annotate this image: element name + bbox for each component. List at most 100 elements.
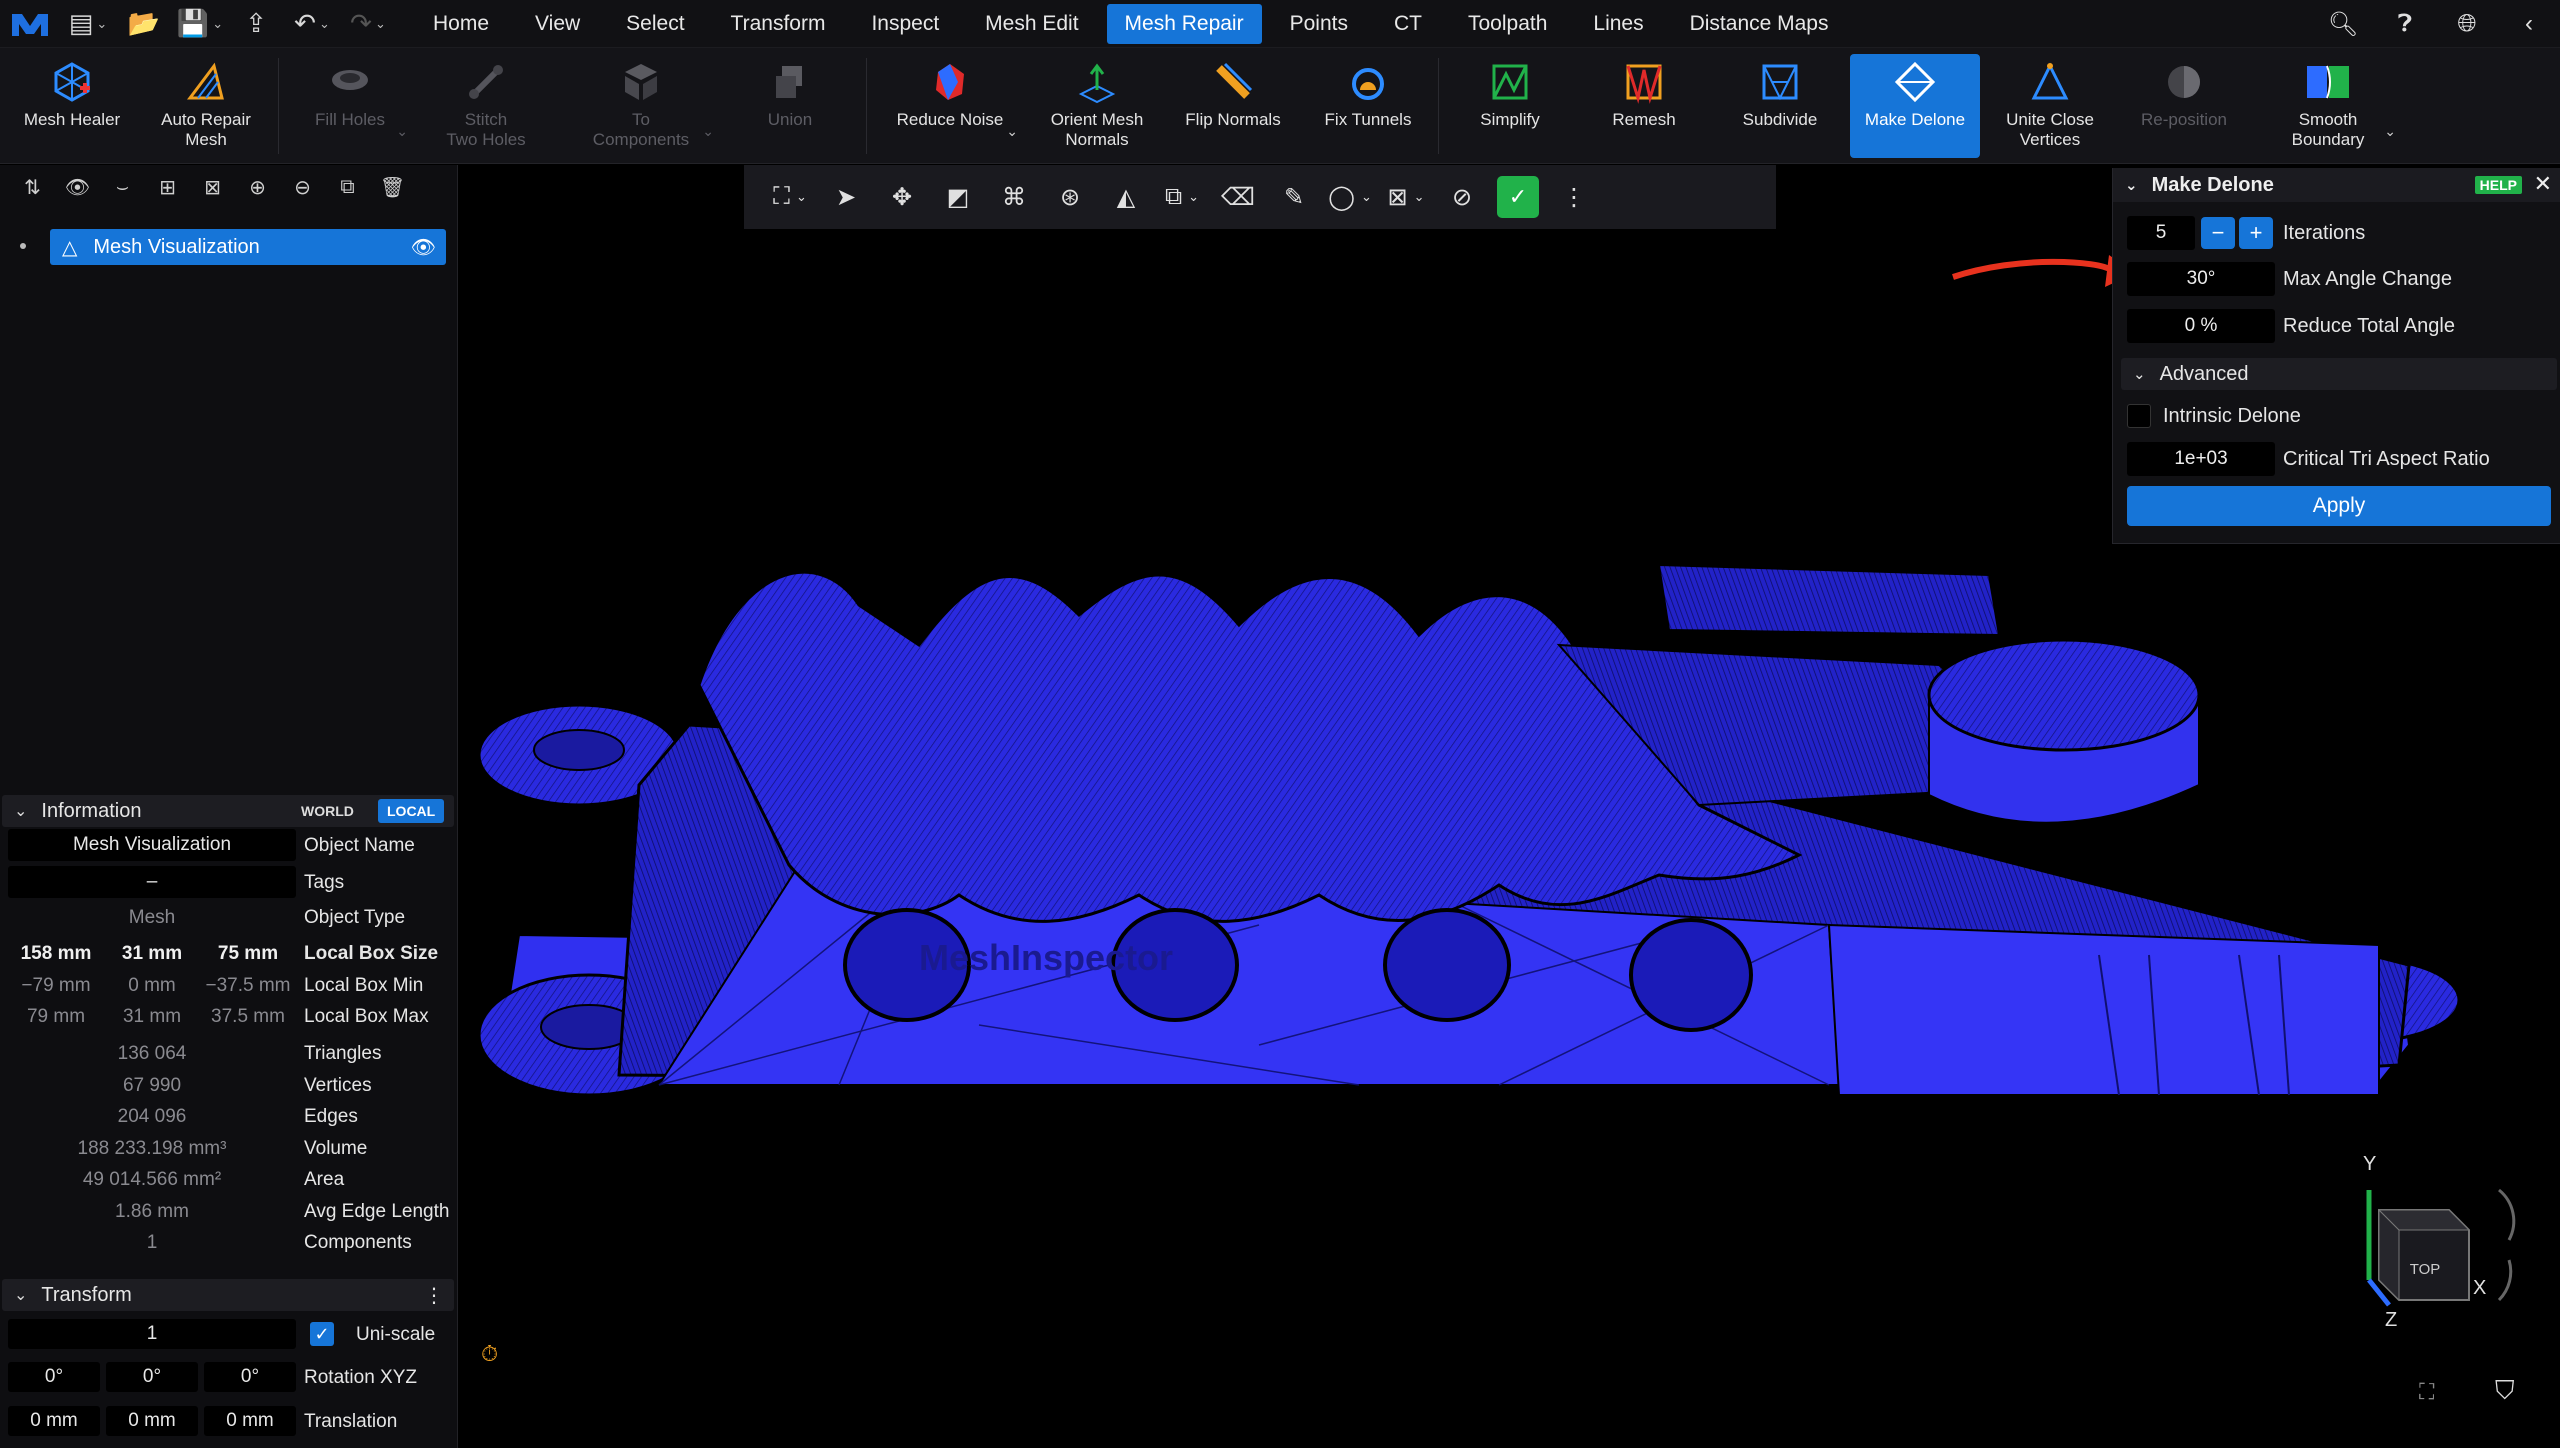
- show-all-button[interactable]: 👁︎: [55, 165, 100, 209]
- orient-normals-button[interactable]: Orient Mesh Normals: [1034, 54, 1160, 158]
- fit-corner-icon[interactable]: ⛶: [2419, 1379, 2434, 1405]
- stitch-two-holes-button[interactable]: Stitch Two Holes: [424, 54, 548, 158]
- subdivide-button[interactable]: Subdivide: [1718, 54, 1842, 158]
- remesh-icon: [1622, 54, 1666, 110]
- scene-item-mesh-visualization[interactable]: △ Mesh Visualization 👁︎: [50, 229, 446, 265]
- measure-button[interactable]: ◭: [1098, 165, 1154, 229]
- lasso-button[interactable]: ◯ ⌄: [1322, 165, 1378, 229]
- axis-y-label: Y: [2363, 1153, 2377, 1175]
- max-angle-input[interactable]: 30°: [2127, 262, 2275, 296]
- help-badge[interactable]: HELP: [2474, 176, 2522, 194]
- mesh-select-icon: ⌘: [1002, 183, 1026, 211]
- export-button[interactable]: ⇪: [228, 0, 284, 48]
- fit-view-button[interactable]: ⛶ ⌄: [762, 165, 818, 229]
- navigation-cube[interactable]: TOP: [2339, 1150, 2539, 1350]
- tab-toolpath[interactable]: Toolpath: [1450, 4, 1565, 44]
- make-delone-header[interactable]: ⌄ Make Delone HELP ✕: [2113, 168, 2560, 202]
- confirm-button[interactable]: ✓: [1490, 165, 1546, 229]
- deselect-button[interactable]: ⊠: [190, 165, 235, 209]
- language-button[interactable]: 🌐︎: [2436, 0, 2498, 48]
- information-header[interactable]: ⌄ Information WORLD LOCAL: [2, 795, 454, 827]
- hide-all-button[interactable]: ⌣: [100, 165, 145, 209]
- reduce-noise-button[interactable]: Reduce Noise ⌄: [880, 54, 1020, 158]
- tab-distance-maps[interactable]: Distance Maps: [1672, 4, 1847, 44]
- sort-button[interactable]: ⇅: [10, 165, 55, 209]
- mesh-select-button[interactable]: ⌘: [986, 165, 1042, 229]
- flip-normals-button[interactable]: Flip Normals: [1172, 54, 1294, 158]
- apply-button[interactable]: Apply: [2127, 486, 2551, 526]
- arrow-up-circle-icon: ⊕: [249, 176, 266, 199]
- tab-points[interactable]: Points: [1272, 4, 1366, 44]
- box-select-button[interactable]: ⊠ ⌄: [1378, 165, 1434, 229]
- search-button[interactable]: 🔍︎: [2312, 0, 2374, 48]
- local-toggle[interactable]: LOCAL: [378, 799, 445, 823]
- tab-home[interactable]: Home: [415, 4, 507, 44]
- app-logo[interactable]: [0, 0, 60, 48]
- redo-button[interactable]: ↷ ⌄: [340, 0, 396, 48]
- reduce-angle-label: Reduce Total Angle: [2283, 314, 2455, 337]
- stitch-icon: [464, 54, 508, 110]
- more-tools-button[interactable]: ⋮: [1546, 165, 1602, 229]
- iterations-increment-button[interactable]: +: [2239, 217, 2273, 249]
- check-icon: ✓: [1497, 176, 1539, 218]
- mesh-healer-button[interactable]: Mesh Healer: [8, 54, 136, 158]
- world-toggle[interactable]: WORLD: [292, 799, 363, 823]
- clone-button[interactable]: ⧉ ⌄: [1154, 165, 1210, 229]
- smooth-boundary-button[interactable]: Smooth Boundary ⌄: [2258, 54, 2398, 158]
- select-tool-button[interactable]: ➤: [818, 165, 874, 229]
- chevron-left-icon: ‹: [2525, 10, 2533, 37]
- tab-ct[interactable]: CT: [1376, 4, 1440, 44]
- advanced-section-header[interactable]: ⌄ Advanced: [2121, 358, 2557, 390]
- unite-close-vertices-button[interactable]: Unite Close Vertices: [1990, 54, 2110, 158]
- eraser-icon: ⌫: [1221, 183, 1255, 211]
- open-button[interactable]: 📂: [116, 0, 172, 48]
- help-button[interactable]: ❓︎: [2374, 0, 2436, 48]
- delete-button[interactable]: 🗑︎: [370, 165, 415, 209]
- intrinsic-delone-checkbox[interactable]: [2127, 404, 2151, 428]
- chevron-down-icon: ⌄: [795, 189, 807, 204]
- remesh-button[interactable]: Remesh: [1584, 54, 1704, 158]
- menubar: ▤ ⌄ 📂 💾 ⌄ ⇪ ↶ ⌄ ↷ ⌄ Home View Select Transfo…: [0, 0, 2560, 48]
- select-all-button[interactable]: ⊞: [145, 165, 190, 209]
- to-components-button[interactable]: To Components ⌄: [566, 54, 716, 158]
- tab-select[interactable]: Select: [608, 4, 702, 44]
- tab-view[interactable]: View: [517, 4, 598, 44]
- simplify-button[interactable]: Simplify: [1450, 54, 1570, 158]
- timer-icon[interactable]: ⏱: [481, 1341, 498, 1367]
- visibility-eye-icon[interactable]: 👁︎: [411, 235, 436, 260]
- aspect-ratio-input[interactable]: 1e+03: [2127, 442, 2275, 476]
- clear-selection-button[interactable]: ⊘: [1434, 165, 1490, 229]
- brush-button[interactable]: ✎: [1266, 165, 1322, 229]
- reposition-button[interactable]: Re-position: [2124, 54, 2244, 158]
- chevron-down-icon: ⌄: [396, 123, 408, 139]
- tab-mesh-edit[interactable]: Mesh Edit: [967, 4, 1096, 44]
- fill-holes-button[interactable]: Fill Holes ⌄: [290, 54, 410, 158]
- save-button[interactable]: 💾 ⌄: [172, 0, 228, 48]
- select-region-button[interactable]: ◩: [930, 165, 986, 229]
- fix-tunnels-button[interactable]: Fix Tunnels: [1308, 54, 1428, 158]
- copy-button[interactable]: ⧉: [325, 165, 370, 209]
- eraser-button[interactable]: ⌫: [1210, 165, 1266, 229]
- union-button[interactable]: Union: [730, 54, 850, 158]
- tab-inspect[interactable]: Inspect: [853, 4, 957, 44]
- move-down-button[interactable]: ⊖: [280, 165, 325, 209]
- transform-header[interactable]: ⌄ Transform ⋮: [2, 1279, 454, 1311]
- collapse-button[interactable]: ‹: [2498, 0, 2560, 48]
- shield-icon[interactable]: ⛉: [2495, 1375, 2515, 1407]
- tab-mesh-repair[interactable]: Mesh Repair: [1106, 3, 1262, 44]
- more-options-icon[interactable]: ⋮: [424, 1283, 444, 1308]
- auto-repair-button[interactable]: Auto Repair Mesh: [146, 54, 266, 158]
- iterations-decrement-button[interactable]: −: [2201, 217, 2235, 249]
- close-icon[interactable]: ✕: [2534, 171, 2552, 197]
- tab-lines[interactable]: Lines: [1575, 4, 1661, 44]
- reduce-angle-input[interactable]: 0 %: [2127, 309, 2275, 343]
- move-up-button[interactable]: ⊕: [235, 165, 280, 209]
- undo-button[interactable]: ↶ ⌄: [284, 0, 340, 48]
- components-row: 1 Components: [146, 1232, 412, 1253]
- make-delone-button[interactable]: Make Delone: [1850, 54, 1980, 158]
- iterations-input[interactable]: 5: [2127, 216, 2195, 250]
- camera-button[interactable]: ⊛: [1042, 165, 1098, 229]
- move-tool-button[interactable]: ✥: [874, 165, 930, 229]
- tab-transform[interactable]: Transform: [713, 4, 844, 44]
- new-file-button[interactable]: ▤ ⌄: [60, 0, 116, 48]
